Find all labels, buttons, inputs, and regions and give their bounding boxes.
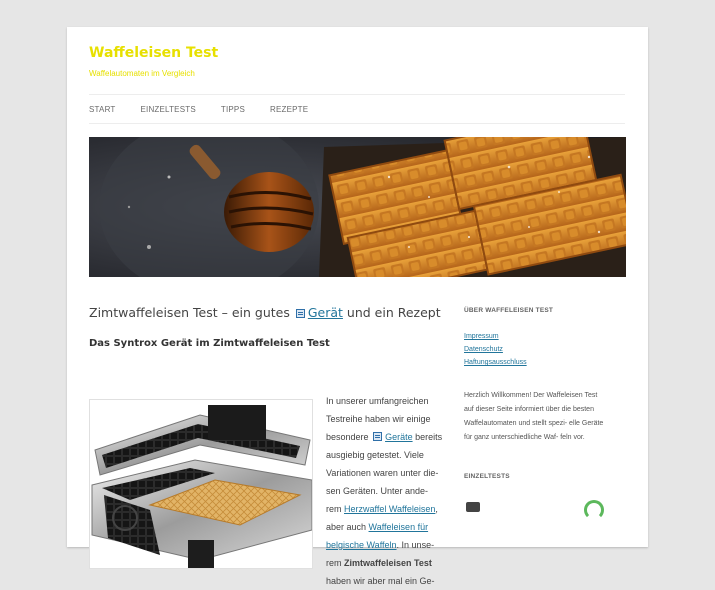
nav-item-einzeltests[interactable]: EINZELTESTS	[140, 105, 195, 114]
link-herzwaffel-waffeleisen[interactable]: Herzwaffel Waffeleisen	[344, 504, 435, 514]
main-navigation: START EINZELTESTS TIPPS REZEPTE	[89, 94, 625, 124]
sidebar-einzeltests-list	[464, 498, 604, 520]
nav-item-start[interactable]: START	[89, 105, 115, 114]
post-subheading: Das Syntrox Gerät im Zimtwaffeleisen Tes…	[89, 338, 330, 349]
page-container: Waffeleisen Test Waffelautomaten im Verg…	[67, 27, 648, 586]
header-banner-image	[89, 137, 626, 277]
post-title-link-geraet[interactable]: Gerät	[308, 305, 343, 320]
waffle-iron-illustration	[91, 405, 312, 568]
sidebar-links: Impressum Datenschutz Haftungsausschluss	[464, 330, 604, 369]
rating-circle-icon	[584, 500, 604, 520]
product-thumbnail-icon[interactable]	[466, 502, 480, 512]
link-geraete[interactable]: Geräte	[385, 432, 413, 442]
waffle-iron-product-image[interactable]	[89, 399, 313, 569]
site-title[interactable]: Waffeleisen Test	[89, 45, 218, 61]
sidebar: ÜBER WAFFELEISEN TEST Impressum Datensch…	[464, 307, 604, 520]
post-text-2: bereits ausgiebig getestet. Viele Variat…	[326, 432, 443, 514]
keyword-link-icon	[373, 432, 383, 441]
sidebar-link-haftungsausschluss[interactable]: Haftungsausschluss	[464, 356, 604, 369]
nav-item-rezepte[interactable]: REZEPTE	[270, 105, 308, 114]
waffle-honey-image	[89, 137, 626, 277]
keyword-link-icon	[295, 309, 305, 318]
site-description: Waffelautomaten im Vergleich	[89, 69, 195, 78]
main-content: Zimtwaffeleisen Test – ein gutes Gerät u…	[89, 305, 444, 586]
sidebar-welcome-text: Herzlich Willkommen! Der Waffeleisen Tes…	[464, 392, 604, 441]
widget-title-about: ÜBER WAFFELEISEN TEST	[464, 307, 554, 314]
widget-title-einzeltests: EINZELTESTS	[464, 473, 510, 480]
post-content: In unserer umfangreichen Testreihe haben…	[326, 392, 446, 590]
post-text-5: haben wir aber mal ein Ge-	[326, 576, 435, 586]
post-title: Zimtwaffeleisen Test – ein gutes Gerät u…	[89, 305, 444, 320]
post-title-text-end: und ein Rezept	[346, 305, 441, 320]
post-title-text-start: Zimtwaffeleisen Test – ein gutes	[89, 305, 290, 320]
sidebar-link-impressum[interactable]: Impressum	[464, 330, 604, 343]
nav-item-tipps[interactable]: TIPPS	[221, 105, 245, 114]
sidebar-link-datenschutz[interactable]: Datenschutz	[464, 343, 604, 356]
post-bold-text: Zimtwaffeleisen Test	[344, 558, 432, 568]
